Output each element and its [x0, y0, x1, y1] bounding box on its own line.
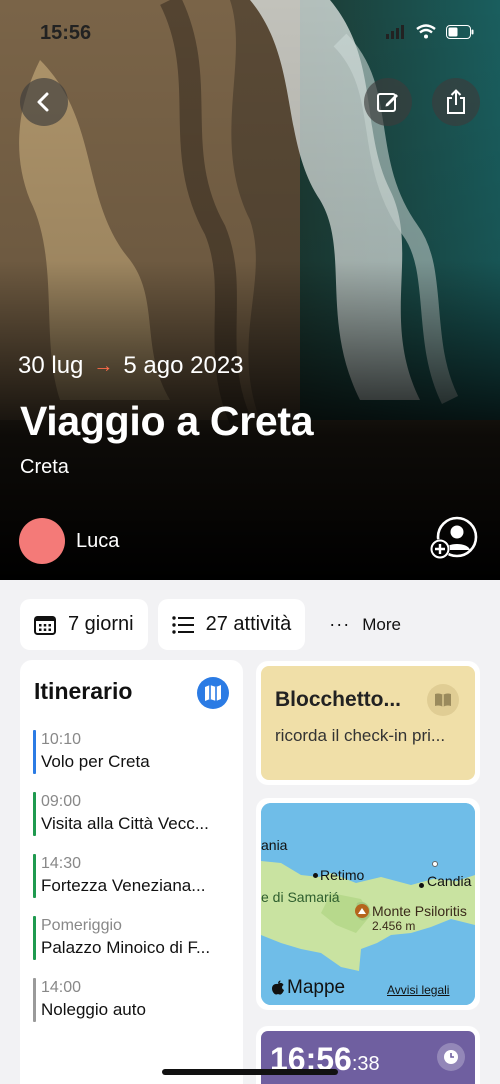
- notes-title: Blocchetto...: [275, 688, 402, 711]
- summary-chips: 7 giorni 27 attività ··· More: [20, 599, 415, 650]
- itinerary-item[interactable]: 10:10 Volo per Creta: [33, 730, 233, 776]
- item-color-bar: [33, 916, 36, 960]
- home-indicator[interactable]: [162, 1069, 338, 1075]
- map-label-psiloritis-altitude: 2.456 m: [372, 919, 416, 933]
- map-label-samaria: e di Samariá: [261, 889, 340, 905]
- map-label-psiloritis: Monte Psiloritis: [372, 903, 467, 919]
- map-view[interactable]: ania Retimo Candia e di Samariá Monte Ps…: [261, 803, 475, 1005]
- list-icon: [171, 615, 194, 634]
- clock-seconds: :38: [351, 1053, 380, 1075]
- item-time: 09:00: [41, 793, 82, 810]
- activities-chip[interactable]: 27 attività: [157, 599, 306, 650]
- hero-header: 15:56 30 lug → 5 ago 2023 Viaggio a Cret…: [0, 0, 500, 580]
- trip-title: Viaggio a Creta: [20, 398, 314, 444]
- itinerary-map-button[interactable]: [197, 677, 229, 709]
- map-dot-rethymno: [313, 873, 318, 878]
- clock-card[interactable]: 16:56:38: [256, 1026, 480, 1084]
- cover-photo: [0, 0, 500, 580]
- maps-logo-text: Mappe: [287, 977, 346, 998]
- map-label-chania: ania: [261, 837, 288, 853]
- item-time: 14:00: [41, 979, 82, 996]
- calendar-icon: [34, 615, 56, 635]
- add-person-icon: [430, 516, 478, 559]
- legal-link[interactable]: Avvisi legali: [387, 983, 449, 997]
- mountain-icon: [355, 904, 369, 918]
- itinerary-item[interactable]: 09:00 Visita alla Città Vecc...: [33, 792, 233, 838]
- item-color-bar: [33, 730, 36, 774]
- status-icons: [386, 24, 474, 39]
- more-button[interactable]: ··· More: [315, 599, 415, 650]
- map-card[interactable]: ania Retimo Candia e di Samariá Monte Ps…: [256, 798, 480, 1010]
- itinerary-title: Itinerario: [34, 678, 133, 704]
- wifi-icon: [416, 24, 436, 39]
- itinerary-item[interactable]: 14:00 Noleggio auto: [33, 978, 233, 1024]
- share-icon: [447, 89, 465, 114]
- status-time: 15:56: [40, 22, 92, 44]
- item-name: Volo per Creta: [41, 752, 150, 771]
- edit-icon: [377, 93, 398, 112]
- item-color-bar: [33, 978, 36, 1022]
- days-chip[interactable]: 7 giorni: [20, 599, 148, 650]
- date-end: 5 ago 2023: [123, 352, 244, 379]
- add-participant-button[interactable]: [428, 516, 478, 562]
- itinerary-item[interactable]: Pomeriggio Palazzo Minoico di F...: [33, 916, 233, 962]
- notes-card[interactable]: Blocchetto... ricorda il check-in pri...: [256, 661, 480, 785]
- itinerary-card[interactable]: Itinerario 10:10 Volo per Creta 09:00 Vi…: [20, 660, 243, 1084]
- map-dot-heraklion: [419, 883, 424, 888]
- map-icon: [205, 685, 221, 701]
- trip-destination: Creta: [20, 456, 69, 478]
- owner-name: Luca: [76, 530, 120, 552]
- back-button[interactable]: [20, 78, 68, 126]
- trip-dates: 30 lug → 5 ago 2023: [18, 352, 244, 380]
- date-start: 30 lug: [18, 352, 84, 379]
- item-time: 10:10: [41, 731, 82, 748]
- map-label-heraklion: Candia: [427, 873, 472, 889]
- share-button[interactable]: [432, 78, 480, 126]
- activities-chip-label: 27 attività: [205, 613, 292, 635]
- item-name: Fortezza Veneziana...: [41, 876, 206, 895]
- map-label-rethymno: Retimo: [320, 867, 365, 883]
- edit-button[interactable]: [364, 78, 412, 126]
- battery-icon: [446, 24, 474, 39]
- item-color-bar: [33, 792, 36, 836]
- clock-icon: [437, 1043, 465, 1071]
- status-bar: 15:56: [0, 0, 500, 60]
- item-time: 14:30: [41, 855, 82, 872]
- itinerary-item[interactable]: 14:30 Fortezza Veneziana...: [33, 854, 233, 900]
- item-color-bar: [33, 854, 36, 898]
- book-icon: [427, 684, 459, 716]
- item-name: Noleggio auto: [41, 1000, 146, 1019]
- item-name: Palazzo Minoico di F...: [41, 938, 211, 957]
- date-arrow: →: [93, 354, 114, 377]
- chevron-left-icon: [37, 92, 49, 112]
- maps-logo: Mappe: [271, 977, 345, 999]
- item-name: Visita alla Città Vecc...: [41, 814, 209, 833]
- item-time: Pomeriggio: [41, 917, 122, 934]
- more-button-label: More: [362, 614, 401, 634]
- apple-icon: [272, 980, 284, 995]
- notes-preview: ricorda il check-in pri...: [275, 726, 446, 745]
- notes-card-body: Blocchetto... ricorda il check-in pri...: [261, 666, 475, 780]
- ellipsis-icon: ···: [329, 614, 351, 634]
- days-chip-label: 7 giorni: [68, 613, 134, 635]
- map-dot-island: [432, 861, 438, 867]
- cellular-icon: [386, 24, 404, 39]
- avatar[interactable]: [19, 518, 65, 564]
